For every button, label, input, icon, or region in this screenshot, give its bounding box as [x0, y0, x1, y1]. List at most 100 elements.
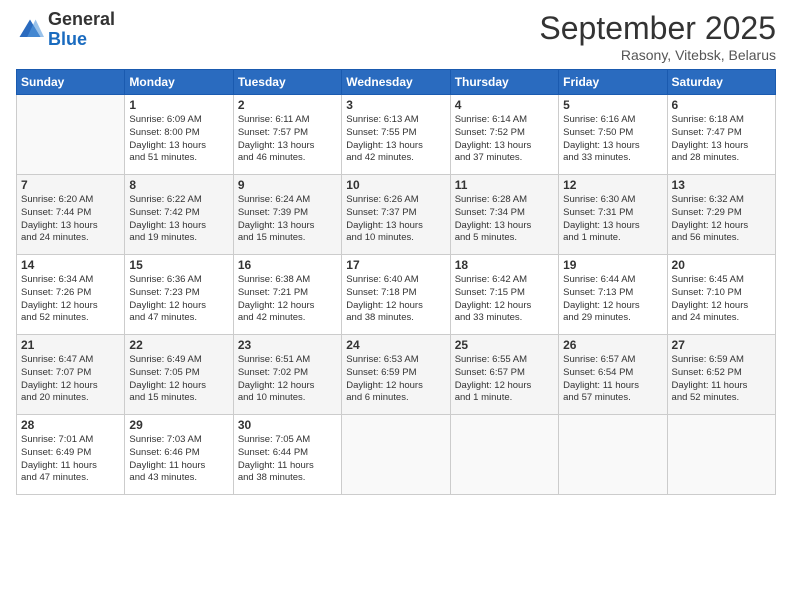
title-location: Rasony, Vitebsk, Belarus: [539, 47, 776, 63]
logo: General Blue: [16, 10, 115, 50]
day-number: 9: [238, 178, 337, 192]
day-info: Sunrise: 6:57 AM Sunset: 6:54 PM Dayligh…: [563, 354, 662, 405]
day-info: Sunrise: 6:30 AM Sunset: 7:31 PM Dayligh…: [563, 194, 662, 245]
day-info: Sunrise: 7:03 AM Sunset: 6:46 PM Dayligh…: [129, 434, 228, 485]
calendar-cell: 26 Sunrise: 6:57 AM Sunset: 6:54 PM Dayli…: [559, 335, 667, 415]
calendar-cell: 1Sunrise: 6:09 AM Sunset: 8:00 PM Daylig…: [125, 95, 233, 175]
calendar-cell: 17Sunrise: 6:40 AM Sunset: 7:18 PM Dayli…: [342, 255, 450, 335]
calendar-cell: [450, 415, 558, 495]
day-info: Sunrise: 6:38 AM Sunset: 7:21 PM Dayligh…: [238, 274, 337, 325]
logo-icon: [16, 16, 44, 44]
calendar-cell: 24 Sunrise: 6:53 AM Sunset: 6:59 PM Dayli…: [342, 335, 450, 415]
calendar-cell: 29 Sunrise: 7:03 AM Sunset: 6:46 PM Dayli…: [125, 415, 233, 495]
day-number: 6: [672, 98, 771, 112]
logo-general: General: [48, 10, 115, 30]
calendar-cell: 3Sunrise: 6:13 AM Sunset: 7:55 PM Daylig…: [342, 95, 450, 175]
calendar-cell: 14Sunrise: 6:34 AM Sunset: 7:26 PM Dayli…: [17, 255, 125, 335]
calendar-table: Sunday Monday Tuesday Wednesday Thursday…: [16, 69, 776, 495]
day-info: Sunrise: 6:49 AM Sunset: 7:05 PM Dayligh…: [129, 354, 228, 405]
day-info: Sunrise: 6:18 AM Sunset: 7:47 PM Dayligh…: [672, 114, 771, 165]
day-number: 21: [21, 338, 120, 352]
day-info: Sunrise: 6:51 AM Sunset: 7:02 PM Dayligh…: [238, 354, 337, 405]
calendar-cell: 2 Sunrise: 6:11 AM Sunset: 7:57 PM Daylig…: [233, 95, 341, 175]
day-info: Sunrise: 6:32 AM Sunset: 7:29 PM Dayligh…: [672, 194, 771, 245]
day-info: Sunrise: 6:59 AM Sunset: 6:52 PM Dayligh…: [672, 354, 771, 405]
calendar-cell: 12 Sunrise: 6:30 AM Sunset: 7:31 PM Dayli…: [559, 175, 667, 255]
day-number: 24: [346, 338, 445, 352]
day-info: Sunrise: 6:28 AM Sunset: 7:34 PM Dayligh…: [455, 194, 554, 245]
day-info: Sunrise: 7:05 AM Sunset: 6:44 PM Dayligh…: [238, 434, 337, 485]
col-wednesday: Wednesday: [342, 70, 450, 95]
day-info: Sunrise: 6:44 AM Sunset: 7:13 PM Dayligh…: [563, 274, 662, 325]
day-info: Sunrise: 6:22 AM Sunset: 7:42 PM Dayligh…: [129, 194, 228, 245]
calendar-row-5: 28Sunrise: 7:01 AM Sunset: 6:49 PM Dayli…: [17, 415, 776, 495]
col-monday: Monday: [125, 70, 233, 95]
col-tuesday: Tuesday: [233, 70, 341, 95]
calendar-cell: 23 Sunrise: 6:51 AM Sunset: 7:02 PM Dayli…: [233, 335, 341, 415]
day-number: 27: [672, 338, 771, 352]
day-info: Sunrise: 6:13 AM Sunset: 7:55 PM Dayligh…: [346, 114, 445, 165]
day-info: Sunrise: 6:24 AM Sunset: 7:39 PM Dayligh…: [238, 194, 337, 245]
calendar-cell: 13 Sunrise: 6:32 AM Sunset: 7:29 PM Dayli…: [667, 175, 775, 255]
page: General Blue September 2025 Rasony, Vite…: [0, 0, 792, 612]
calendar-cell: 21 Sunrise: 6:47 AM Sunset: 7:07 PM Dayli…: [17, 335, 125, 415]
header: General Blue September 2025 Rasony, Vite…: [16, 10, 776, 63]
day-number: 12: [563, 178, 662, 192]
day-number: 22: [129, 338, 228, 352]
day-number: 18: [455, 258, 554, 272]
calendar-cell: 19 Sunrise: 6:44 AM Sunset: 7:13 PM Dayli…: [559, 255, 667, 335]
day-info: Sunrise: 6:09 AM Sunset: 8:00 PM Dayligh…: [129, 114, 228, 165]
day-number: 20: [672, 258, 771, 272]
calendar-cell: 15 Sunrise: 6:36 AM Sunset: 7:23 PM Dayli…: [125, 255, 233, 335]
calendar-cell: 22 Sunrise: 6:49 AM Sunset: 7:05 PM Dayli…: [125, 335, 233, 415]
col-friday: Friday: [559, 70, 667, 95]
calendar-row-2: 7 Sunrise: 6:20 AM Sunset: 7:44 PM Daylig…: [17, 175, 776, 255]
day-number: 25: [455, 338, 554, 352]
calendar-cell: 20 Sunrise: 6:45 AM Sunset: 7:10 PM Dayli…: [667, 255, 775, 335]
day-info: Sunrise: 6:42 AM Sunset: 7:15 PM Dayligh…: [455, 274, 554, 325]
day-number: 16: [238, 258, 337, 272]
calendar-cell: 25Sunrise: 6:55 AM Sunset: 6:57 PM Dayli…: [450, 335, 558, 415]
day-number: 15: [129, 258, 228, 272]
day-info: Sunrise: 6:45 AM Sunset: 7:10 PM Dayligh…: [672, 274, 771, 325]
day-number: 10: [346, 178, 445, 192]
calendar-cell: [559, 415, 667, 495]
day-number: 5: [563, 98, 662, 112]
day-number: 7: [21, 178, 120, 192]
day-number: 30: [238, 418, 337, 432]
logo-blue: Blue: [48, 30, 115, 50]
calendar-cell: 5Sunrise: 6:16 AM Sunset: 7:50 PM Daylig…: [559, 95, 667, 175]
day-number: 4: [455, 98, 554, 112]
col-sunday: Sunday: [17, 70, 125, 95]
day-number: 2: [238, 98, 337, 112]
calendar-cell: 16 Sunrise: 6:38 AM Sunset: 7:21 PM Dayli…: [233, 255, 341, 335]
day-info: Sunrise: 6:14 AM Sunset: 7:52 PM Dayligh…: [455, 114, 554, 165]
day-info: Sunrise: 6:53 AM Sunset: 6:59 PM Dayligh…: [346, 354, 445, 405]
col-thursday: Thursday: [450, 70, 558, 95]
col-saturday: Saturday: [667, 70, 775, 95]
calendar-cell: 4 Sunrise: 6:14 AM Sunset: 7:52 PM Daylig…: [450, 95, 558, 175]
day-info: Sunrise: 6:36 AM Sunset: 7:23 PM Dayligh…: [129, 274, 228, 325]
calendar-row-3: 14Sunrise: 6:34 AM Sunset: 7:26 PM Dayli…: [17, 255, 776, 335]
day-number: 13: [672, 178, 771, 192]
day-info: Sunrise: 6:26 AM Sunset: 7:37 PM Dayligh…: [346, 194, 445, 245]
day-info: Sunrise: 6:47 AM Sunset: 7:07 PM Dayligh…: [21, 354, 120, 405]
calendar-row-4: 21 Sunrise: 6:47 AM Sunset: 7:07 PM Dayli…: [17, 335, 776, 415]
calendar-cell: [17, 95, 125, 175]
calendar-cell: 6 Sunrise: 6:18 AM Sunset: 7:47 PM Daylig…: [667, 95, 775, 175]
day-number: 23: [238, 338, 337, 352]
day-number: 28: [21, 418, 120, 432]
day-info: Sunrise: 6:11 AM Sunset: 7:57 PM Dayligh…: [238, 114, 337, 165]
day-number: 29: [129, 418, 228, 432]
day-number: 11: [455, 178, 554, 192]
calendar-cell: 7 Sunrise: 6:20 AM Sunset: 7:44 PM Daylig…: [17, 175, 125, 255]
calendar-cell: [342, 415, 450, 495]
calendar-row-1: 1Sunrise: 6:09 AM Sunset: 8:00 PM Daylig…: [17, 95, 776, 175]
calendar-cell: 10 Sunrise: 6:26 AM Sunset: 7:37 PM Dayli…: [342, 175, 450, 255]
day-number: 26: [563, 338, 662, 352]
calendar-header-row: Sunday Monday Tuesday Wednesday Thursday…: [17, 70, 776, 95]
day-info: Sunrise: 6:20 AM Sunset: 7:44 PM Dayligh…: [21, 194, 120, 245]
calendar-cell: 28Sunrise: 7:01 AM Sunset: 6:49 PM Dayli…: [17, 415, 125, 495]
logo-text: General Blue: [48, 10, 115, 50]
day-number: 19: [563, 258, 662, 272]
